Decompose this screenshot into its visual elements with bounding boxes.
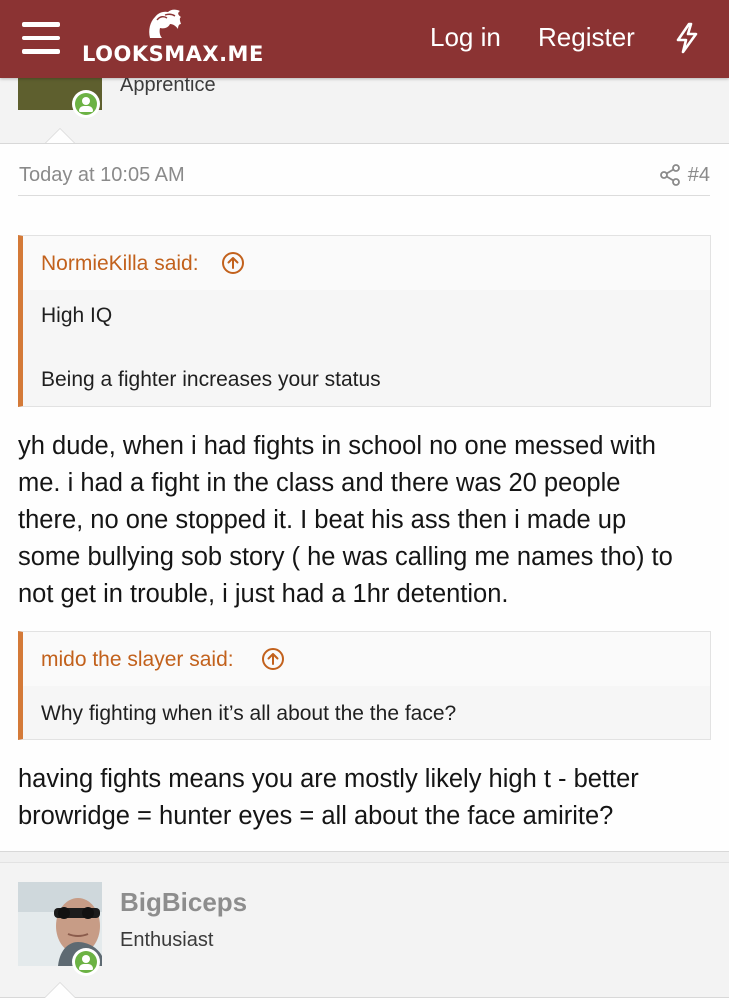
post-separator [0,851,729,863]
post-date[interactable]: Today at 10:05 AM [19,164,185,187]
user-title: Enthusiast [120,929,214,951]
bolt-icon[interactable] [674,22,700,54]
logo-text: LOOKSMAX.ME [82,42,264,66]
online-status-icon [72,90,100,118]
quote-text: Being a fighter increases your status [41,368,381,391]
username[interactable]: BigBiceps [120,887,247,918]
online-status-icon [72,948,100,976]
message-line: browridge = hunter eyes = all about the … [18,802,614,830]
message-line: yh dude, when i had fights in school no … [18,432,656,460]
site-logo[interactable]: LOOKSMAX.ME [82,8,264,70]
arrow-up-circle-icon[interactable] [221,251,245,275]
message-line: me. i had a fight in the class and there… [18,469,621,497]
quote-block: mido the slayer said: Why fighting when … [18,631,711,740]
post-message: yh dude, when i had fights in school no … [18,428,718,613]
menu-icon[interactable] [22,22,60,54]
login-link[interactable]: Log in [430,22,501,53]
message-line: there, no one stopped it. I beat his ass… [18,506,627,534]
post-message: having fights means you are mostly likel… [18,761,718,835]
post-body: Today at 10:05 AM #4 NormieKilla said: H… [0,143,729,851]
quote-text: High IQ [41,304,113,327]
previous-post-user-info: Apprentice [0,68,729,144]
message-line: having fights means you are mostly likel… [18,765,639,793]
share-icon[interactable] [658,163,682,187]
site-header: LOOKSMAX.ME Log in Register [0,0,729,78]
quote-header: mido the slayer said: [23,632,710,686]
quote-author[interactable]: NormieKilla said: [41,252,199,276]
quote-text: Why fighting when it’s all about the the… [41,702,457,725]
quote-header: NormieKilla said: [23,236,710,290]
quote-author[interactable]: mido the slayer said: [41,648,234,672]
post-pointer [44,982,76,998]
post-number[interactable]: #4 [688,164,710,187]
logo-hair-icon [149,9,181,38]
arrow-up-circle-icon[interactable] [261,647,285,671]
quote-block: NormieKilla said: High IQ Being a fighte… [18,235,711,407]
register-link[interactable]: Register [538,22,635,53]
next-post-user-info: BigBiceps Enthusiast [0,863,729,1000]
message-line: not get in trouble, i just had a 1hr det… [18,580,509,608]
post-meta-bar: Today at 10:05 AM #4 [18,144,710,196]
post-pointer [44,128,76,144]
message-line: some bullying sob story ( he was calling… [18,543,673,571]
